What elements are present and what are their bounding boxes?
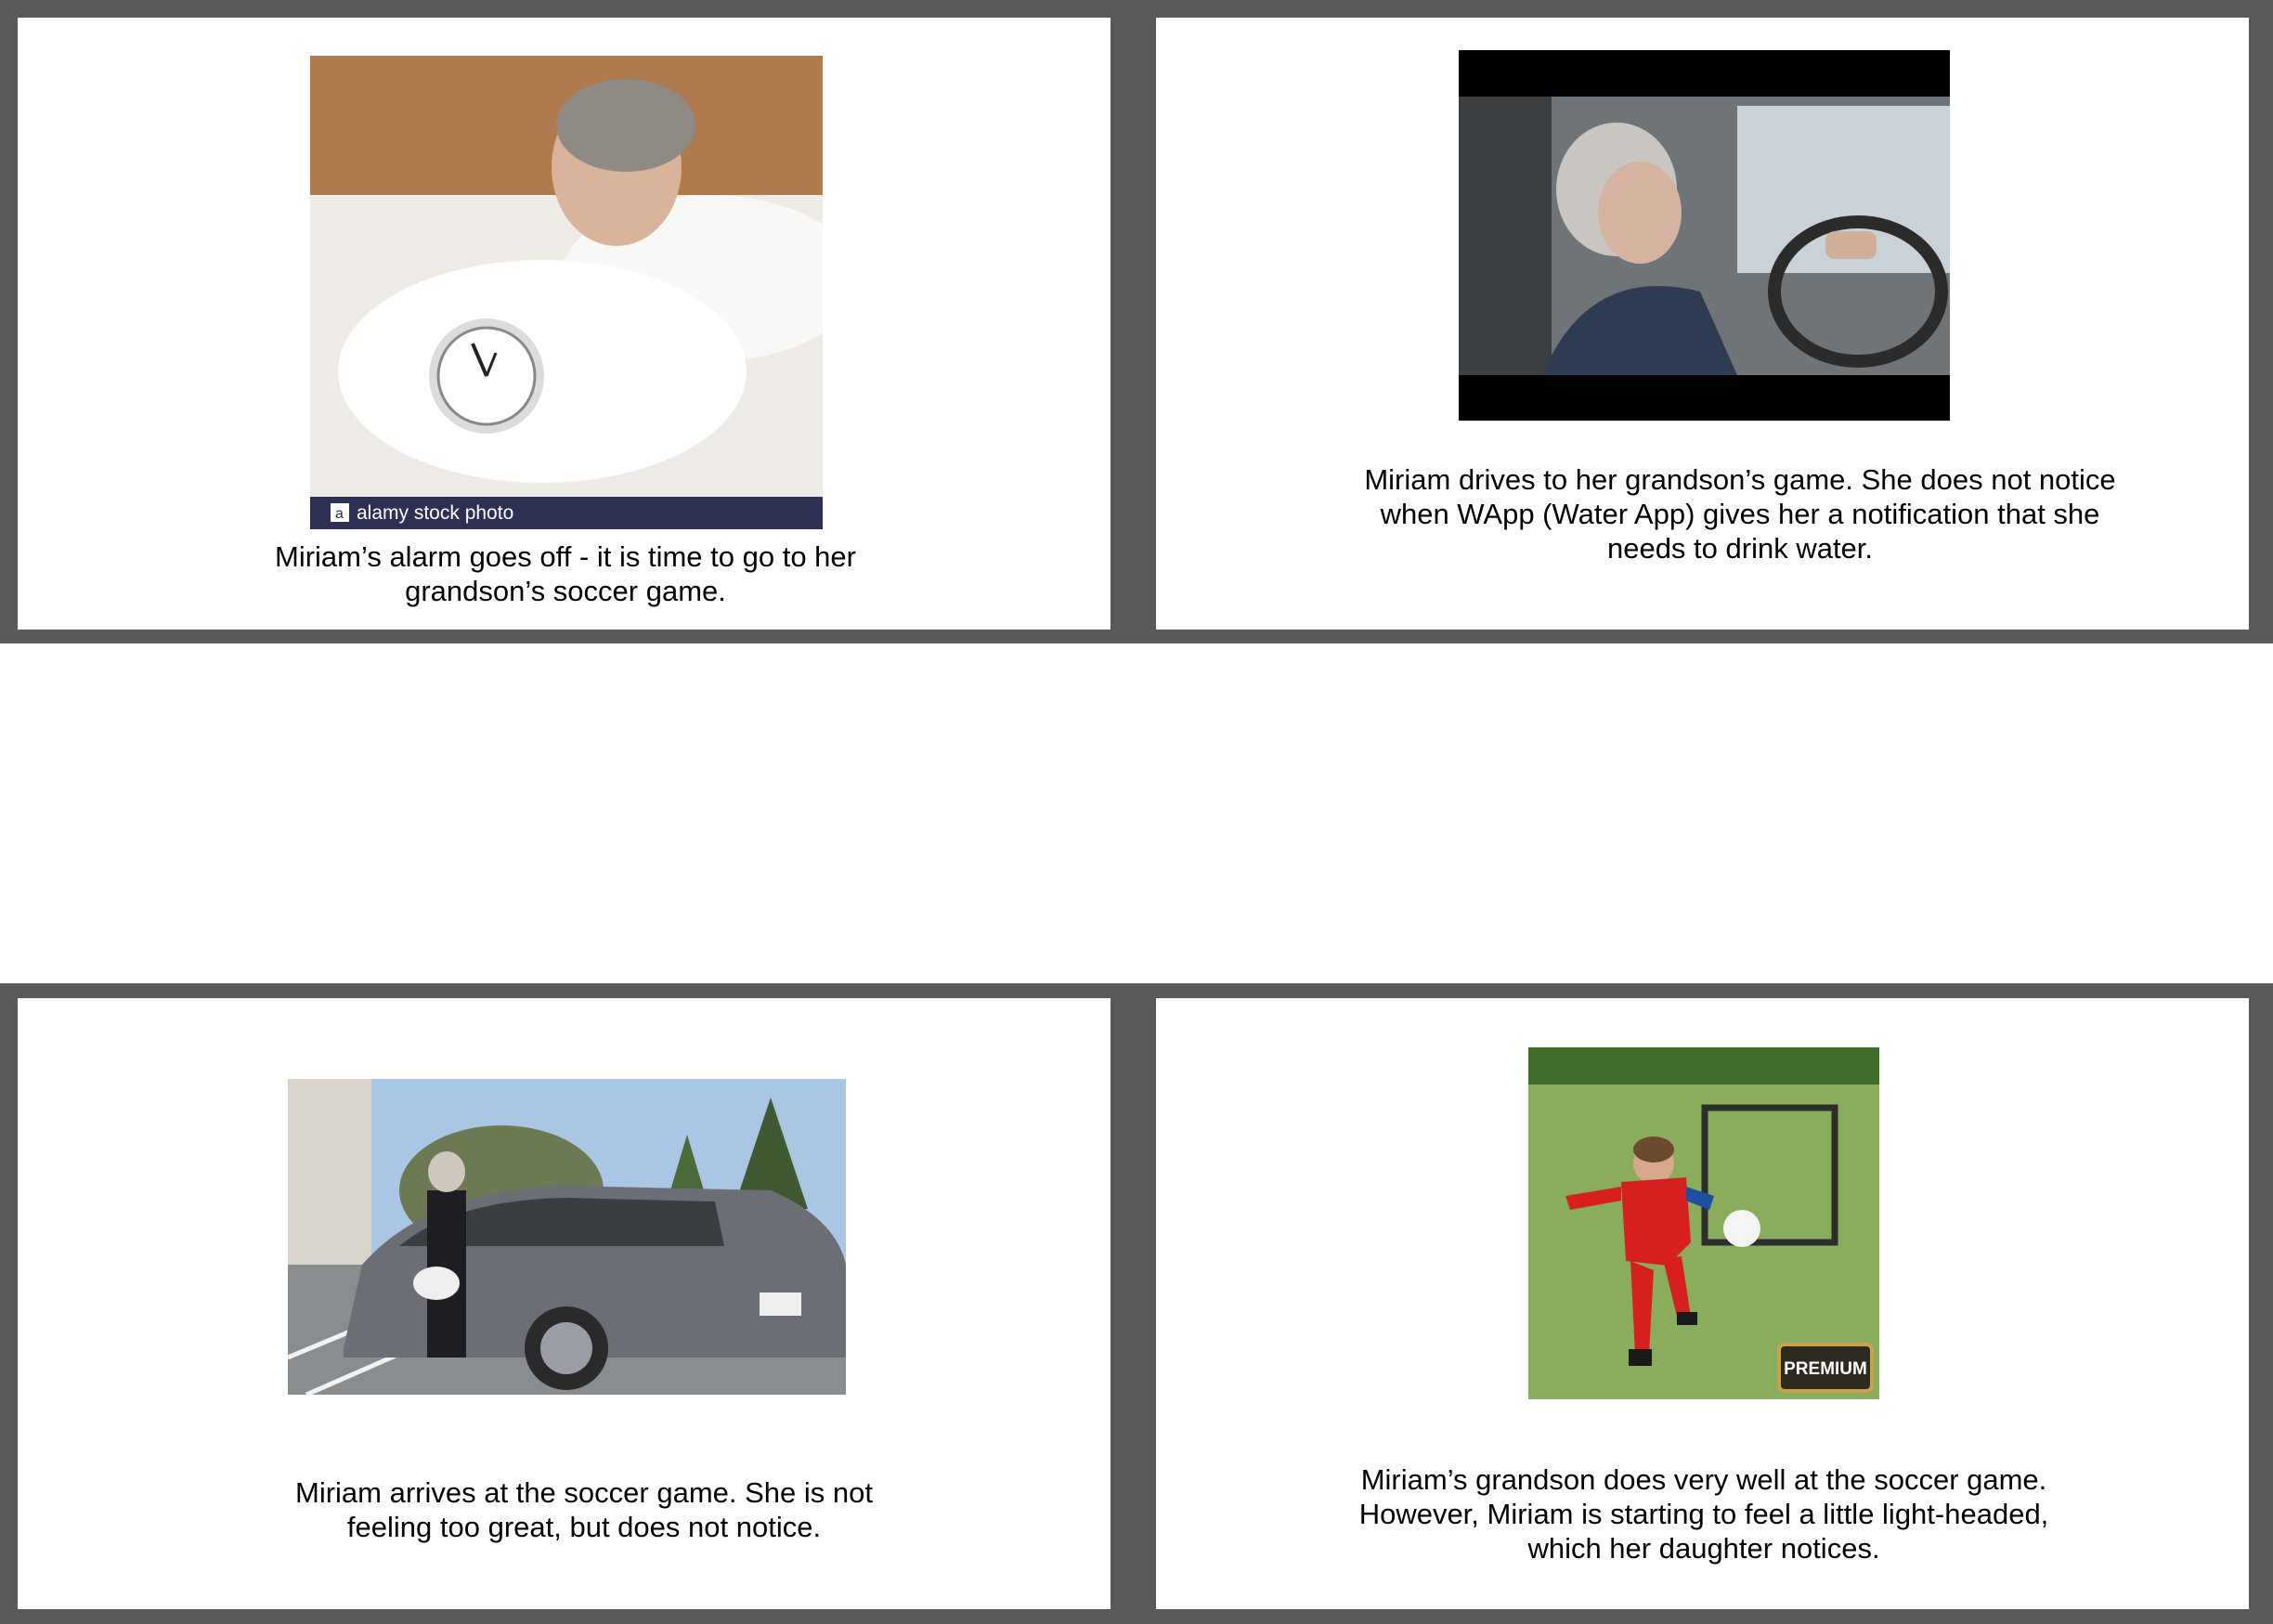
woman-getting-out-of-car-photo — [288, 1079, 846, 1395]
alamy-watermark: alamy stock photo — [357, 502, 513, 524]
story-panel-3: Miriam arrives at the soccer game. She i… — [18, 998, 1111, 1609]
svg-text:a: a — [335, 506, 344, 522]
panel-1-caption: Miriam’s alarm goes off - it is time to … — [275, 540, 856, 607]
woman-driving-car-photo — [1459, 50, 1950, 421]
woman-in-bed-with-alarm-clock-photo: a alamy stock photo — [310, 56, 823, 529]
story-panel-1: a alamy stock photo Miriam’s alarm goes … — [18, 18, 1111, 630]
story-panel-2: Miriam drives to her grandson’s game. Sh… — [1156, 18, 2249, 630]
panel-3-caption: Miriam arrives at the soccer game. She i… — [295, 1476, 873, 1543]
panel-2-caption: Miriam drives to her grandson’s game. Sh… — [1364, 463, 2116, 565]
premium-badge: PREMIUM — [1784, 1359, 1867, 1379]
boy-kicking-soccer-ball-photo: PREMIUM — [1528, 1047, 1879, 1399]
panel-4-caption: Miriam’s grandson does very well at the … — [1358, 1463, 2049, 1565]
story-panel-4: PREMIUM Miriam’s grandson does very well… — [1156, 998, 2249, 1609]
